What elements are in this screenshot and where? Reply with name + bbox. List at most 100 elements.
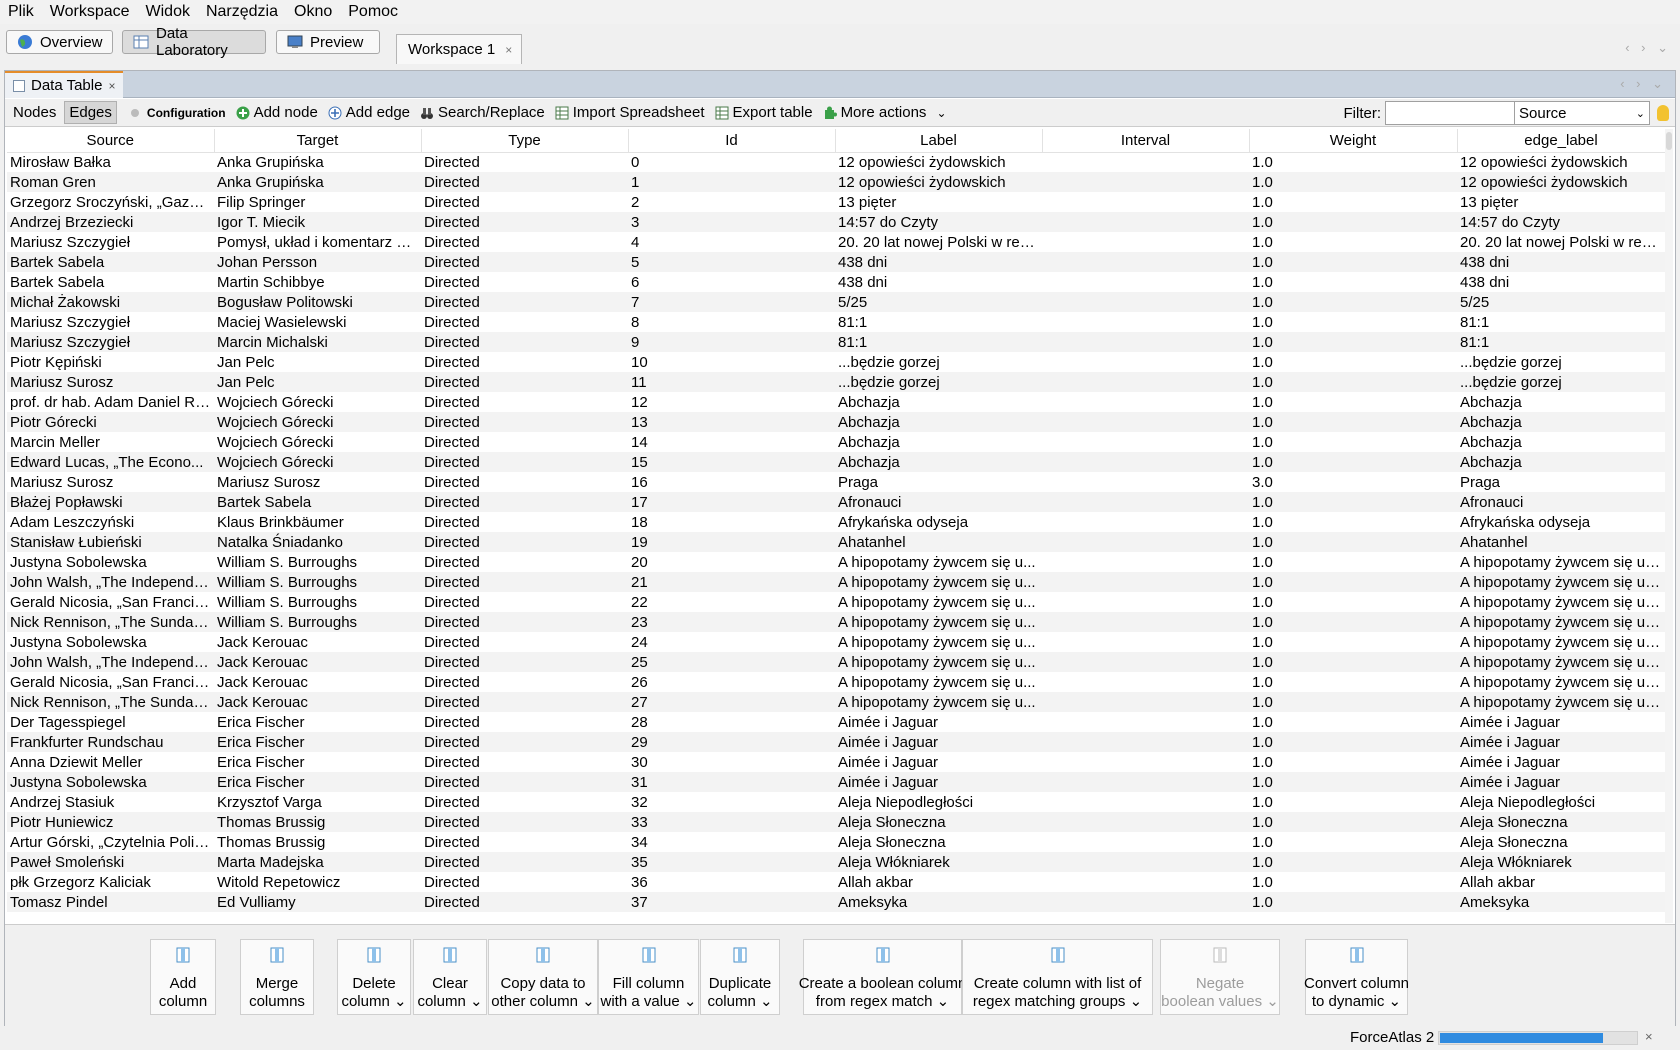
table-cell[interactable]: John Walsh, „The Independe... xyxy=(7,652,214,672)
table-cell[interactable]: Erica Fischer xyxy=(214,772,421,792)
close-icon[interactable]: × xyxy=(1645,1029,1653,1044)
table-cell[interactable]: ...będzie gorzej xyxy=(835,352,1042,372)
table-cell[interactable]: Edward Lucas, „The Econo... xyxy=(7,452,214,472)
table-cell[interactable] xyxy=(1042,172,1249,192)
table-cell[interactable] xyxy=(1042,772,1249,792)
table-cell[interactable]: 1.0 xyxy=(1249,852,1457,872)
table-cell[interactable]: A hipopotamy żywcem się ug... xyxy=(1457,692,1665,712)
table-cell[interactable] xyxy=(1042,692,1249,712)
column-action-button[interactable]: Clear column ⌄ xyxy=(413,939,487,1015)
table-cell[interactable]: A hipopotamy żywcem się u... xyxy=(835,552,1042,572)
table-cell[interactable]: Abchazja xyxy=(835,432,1042,452)
table-cell[interactable]: 16 xyxy=(628,472,835,492)
add-edge-button[interactable]: Add edge xyxy=(328,104,410,121)
table-cell[interactable] xyxy=(1042,812,1249,832)
table-cell[interactable]: Directed xyxy=(421,292,628,312)
table-cell[interactable]: Paweł Smoleński xyxy=(7,852,214,872)
column-action-button[interactable]: Add column xyxy=(150,939,216,1015)
table-cell[interactable] xyxy=(1042,152,1249,172)
table-cell[interactable]: Directed xyxy=(421,372,628,392)
table-cell[interactable]: Allah akbar xyxy=(835,872,1042,892)
table-cell[interactable]: Mariusz Szczygieł xyxy=(7,312,214,332)
table-row[interactable]: Grzegorz Sroczyński, „Gazet... Filip Spri… xyxy=(7,192,1665,212)
column-header[interactable]: Label xyxy=(835,129,1043,153)
table-row[interactable]: Błażej Popławski Bartek Sabela Directed 17 A… xyxy=(7,492,1665,512)
table-row[interactable]: Frankfurter Rundschau Erica Fischer Direct… xyxy=(7,732,1665,752)
table-cell[interactable] xyxy=(1042,632,1249,652)
table-cell[interactable]: Praga xyxy=(835,472,1042,492)
table-cell[interactable]: 1.0 xyxy=(1249,732,1457,752)
column-action-button[interactable]: Convert column to dynamic ⌄ xyxy=(1304,939,1409,1015)
table-cell[interactable]: 1.0 xyxy=(1249,792,1457,812)
table-cell[interactable]: 1.0 xyxy=(1249,432,1457,452)
table-cell[interactable]: 12 opowieści żydowskich xyxy=(835,152,1042,172)
table-cell[interactable]: Directed xyxy=(421,392,628,412)
column-header[interactable]: Type xyxy=(421,129,629,153)
table-cell[interactable] xyxy=(1042,512,1249,532)
table-cell[interactable]: A hipopotamy żywcem się ug... xyxy=(1457,592,1665,612)
table-cell[interactable]: A hipopotamy żywcem się u... xyxy=(835,672,1042,692)
table-cell[interactable]: 1.0 xyxy=(1249,712,1457,732)
table-cell[interactable]: Directed xyxy=(421,492,628,512)
table-cell[interactable]: Erica Fischer xyxy=(214,712,421,732)
column-header[interactable]: Id xyxy=(628,129,836,153)
table-cell[interactable] xyxy=(1042,432,1249,452)
table-cell[interactable]: prof. dr hab. Adam Daniel Ro... xyxy=(7,392,214,412)
table-cell[interactable]: 17 xyxy=(628,492,835,512)
table-cell[interactable]: 13 pięter xyxy=(1457,192,1665,212)
column-action-button[interactable]: Merge columns xyxy=(240,939,314,1015)
more-actions-button[interactable]: More actions ⌄ xyxy=(823,104,947,121)
table-cell[interactable]: 14 xyxy=(628,432,835,452)
table-cell[interactable]: 1.0 xyxy=(1249,452,1457,472)
table-cell[interactable]: Ameksyka xyxy=(835,892,1042,912)
table-cell[interactable]: Der Tagesspiegel xyxy=(7,712,214,732)
table-cell[interactable]: Jack Kerouac xyxy=(214,692,421,712)
table-cell[interactable]: 5/25 xyxy=(1457,292,1665,312)
table-cell[interactable]: Directed xyxy=(421,772,628,792)
table-cell[interactable]: 6 xyxy=(628,272,835,292)
table-cell[interactable] xyxy=(1042,672,1249,692)
table-row[interactable]: Bartek Sabela Johan Persson Directed 5 438 d… xyxy=(7,252,1665,272)
table-cell[interactable]: 5/25 xyxy=(835,292,1042,312)
table-cell[interactable]: Directed xyxy=(421,312,628,332)
table-cell[interactable]: Wojciech Górecki xyxy=(214,432,421,452)
search-replace-button[interactable]: Search/Replace xyxy=(420,104,545,121)
table-cell[interactable]: Directed xyxy=(421,472,628,492)
table-cell[interactable]: Directed xyxy=(421,732,628,752)
table-cell[interactable]: Justyna Sobolewska xyxy=(7,552,214,572)
table-cell[interactable]: Aimée i Jaguar xyxy=(1457,772,1665,792)
table-cell[interactable]: Nick Rennison, „The Sunday ... xyxy=(7,612,214,632)
table-cell[interactable] xyxy=(1042,472,1249,492)
table-cell[interactable]: ...będzie gorzej xyxy=(1457,372,1665,392)
table-cell[interactable]: Directed xyxy=(421,532,628,552)
table-cell[interactable]: 28 xyxy=(628,712,835,732)
table-cell[interactable]: Directed xyxy=(421,512,628,532)
table-cell[interactable]: 81:1 xyxy=(835,332,1042,352)
table-cell[interactable]: Directed xyxy=(421,852,628,872)
table-cell[interactable]: William S. Burroughs xyxy=(214,552,421,572)
table-cell[interactable]: Tomasz Pindel xyxy=(7,892,214,912)
table-cell[interactable]: 1.0 xyxy=(1249,212,1457,232)
scrollbar-thumb[interactable] xyxy=(1666,132,1672,150)
table-row[interactable]: Bartek Sabela Martin Schibbye Directed 6 438… xyxy=(7,272,1665,292)
table-cell[interactable]: 1.0 xyxy=(1249,552,1457,572)
table-cell[interactable]: 1.0 xyxy=(1249,312,1457,332)
table-cell[interactable]: 21 xyxy=(628,572,835,592)
table-cell[interactable]: 438 dni xyxy=(835,252,1042,272)
table-cell[interactable]: 31 xyxy=(628,772,835,792)
table-cell[interactable]: 1.0 xyxy=(1249,632,1457,652)
table-cell[interactable]: 1.0 xyxy=(1249,532,1457,552)
table-row[interactable]: Piotr Górecki Wojciech Górecki Directed 13 A… xyxy=(7,412,1665,432)
table-cell[interactable]: 1.0 xyxy=(1249,692,1457,712)
table-cell[interactable]: Directed xyxy=(421,232,628,252)
table-row[interactable]: Justyna Sobolewska Erica Fischer Directed 3… xyxy=(7,772,1665,792)
table-cell[interactable]: Stanisław Łubieński xyxy=(7,532,214,552)
table-cell[interactable]: 9 xyxy=(628,332,835,352)
table-cell[interactable]: Afronauci xyxy=(835,492,1042,512)
table-cell[interactable] xyxy=(1042,352,1249,372)
table-cell[interactable]: 2 xyxy=(628,192,835,212)
table-cell[interactable]: 18 xyxy=(628,512,835,532)
table-cell[interactable]: Piotr Huniewicz xyxy=(7,812,214,832)
table-cell[interactable]: Praga xyxy=(1457,472,1665,492)
table-cell[interactable]: Abchazja xyxy=(1457,432,1665,452)
